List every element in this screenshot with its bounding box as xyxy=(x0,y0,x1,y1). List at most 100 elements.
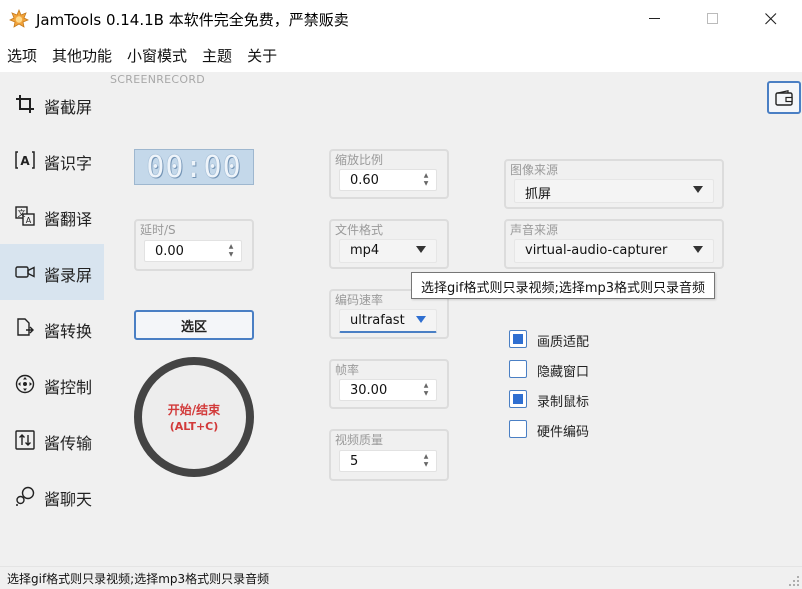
window-title: JamTools 0.14.1B 本软件完全免费，严禁贩卖 xyxy=(36,11,349,29)
checkbox-checked[interactable] xyxy=(509,330,527,348)
checkbox-label: 录制鼠标 xyxy=(537,395,590,410)
sidebar-item-transfer[interactable]: 酱传输 xyxy=(0,412,104,468)
translate-icon: 文A xyxy=(15,206,35,226)
chevron-down-icon xyxy=(693,246,703,253)
scale-group: 缩放比例 0.60 ▲ ▼ xyxy=(329,149,449,199)
sidebar-item-control[interactable]: 酱控制 xyxy=(0,356,104,412)
close-button[interactable] xyxy=(748,0,794,38)
format-group: 文件格式 mp4 xyxy=(329,219,449,269)
select-area-button[interactable]: 选区 xyxy=(134,310,254,340)
wallet-button[interactable] xyxy=(767,81,801,114)
spin-arrows-icon[interactable]: ▲ ▼ xyxy=(422,382,430,398)
sidebar-item-label: 酱聊天 xyxy=(44,490,93,509)
checkbox-label: 隐藏窗口 xyxy=(537,365,590,380)
spin-arrows-icon[interactable]: ▲ ▼ xyxy=(422,172,430,188)
section-label: SCREENRECORD xyxy=(110,73,206,86)
spin-arrows-icon[interactable]: ▲ ▼ xyxy=(422,453,430,469)
svg-text:A: A xyxy=(26,216,32,225)
resize-grip-icon[interactable] xyxy=(788,575,800,587)
audio-source-label: 声音来源 xyxy=(510,223,559,237)
start-stop-shortcut: (ALT+C) xyxy=(169,420,219,433)
fps-value: 30.00 xyxy=(350,383,388,398)
menu-other-functions[interactable]: 其他功能 xyxy=(52,45,112,66)
sidebar-item-screen-record[interactable]: 酱录屏 xyxy=(0,244,104,300)
spin-arrows-icon[interactable]: ▲ ▼ xyxy=(227,243,235,259)
fps-label: 帧率 xyxy=(335,363,360,377)
quality-spinbox[interactable]: 5 ▲ ▼ xyxy=(339,450,437,472)
sidebar-item-translate[interactable]: 文A 酱翻译 xyxy=(0,188,104,244)
menu-about[interactable]: 关于 xyxy=(247,45,277,66)
delay-label: 延时/S xyxy=(140,223,176,237)
sidebar-item-label: 酱截屏 xyxy=(44,98,93,117)
svg-text:A: A xyxy=(20,154,30,168)
format-label: 文件格式 xyxy=(335,223,384,237)
sidebar-item-label: 酱转换 xyxy=(44,322,93,341)
maximize-button[interactable] xyxy=(690,0,736,38)
menu-bar: 选项 其他功能 小窗模式 主题 关于 xyxy=(0,38,802,72)
image-source-value: 抓屏 xyxy=(525,187,552,202)
chevron-down-icon xyxy=(416,246,426,253)
audio-source-value: virtual-audio-capturer xyxy=(525,243,668,258)
chevron-down-icon xyxy=(693,186,703,193)
minimize-button[interactable] xyxy=(632,0,678,38)
app-logo-icon xyxy=(9,8,29,29)
status-bar: 选择gif格式则只录视频;选择mp3格式则只录音频 xyxy=(0,566,802,589)
wallet-icon xyxy=(775,89,793,106)
delay-spinbox[interactable]: 0.00 ▲ ▼ xyxy=(144,240,242,262)
image-source-select[interactable]: 抓屏 xyxy=(514,179,714,203)
scale-spinbox[interactable]: 0.60 ▲ ▼ xyxy=(339,169,437,191)
encode-speed-label: 编码速率 xyxy=(335,293,384,307)
audio-source-select[interactable]: virtual-audio-capturer xyxy=(514,239,714,263)
sidebar-item-label: 酱识字 xyxy=(44,154,93,173)
menu-options[interactable]: 选项 xyxy=(7,45,37,66)
svg-text:文: 文 xyxy=(18,208,26,218)
checkbox-label: 硬件编码 xyxy=(537,425,590,440)
encode-speed-value: ultrafast xyxy=(350,313,405,328)
image-source-group: 图像来源 抓屏 xyxy=(504,159,724,209)
sidebar-item-chat[interactable]: 酱聊天 xyxy=(0,468,104,524)
video-camera-icon xyxy=(15,262,35,282)
chat-icon xyxy=(15,486,35,506)
minimize-icon xyxy=(649,18,660,19)
fps-group: 帧率 30.00 ▲ ▼ xyxy=(329,359,449,409)
close-icon xyxy=(765,13,777,25)
start-stop-label: 开始/结束 xyxy=(167,403,221,417)
checkbox-label: 画质适配 xyxy=(537,335,590,350)
sidebar-item-label: 酱录屏 xyxy=(44,266,93,285)
file-convert-icon xyxy=(15,318,35,338)
menu-mini-mode[interactable]: 小窗模式 xyxy=(127,45,187,66)
remote-control-icon xyxy=(15,374,35,394)
sidebar-item-ocr[interactable]: A 酱识字 xyxy=(0,132,104,188)
quality-value: 5 xyxy=(350,454,359,469)
format-value: mp4 xyxy=(350,243,380,258)
checkbox-unchecked[interactable] xyxy=(509,360,527,378)
sidebar-item-screenshot[interactable]: 酱截屏 xyxy=(0,76,104,132)
chevron-down-icon xyxy=(416,316,426,323)
sidebar: 酱截屏 A 酱识字 文A 酱翻译 酱录屏 酱转换 酱控制 酱传输 酱聊天 xyxy=(0,72,104,566)
screen-record-panel: SCREENRECORD 00:00 延时/S 0.00 ▲ ▼ 选区 开始/结束… xyxy=(104,72,802,566)
text-recognition-icon: A xyxy=(15,150,35,170)
record-timer: 00:00 xyxy=(134,149,254,185)
delay-value: 0.00 xyxy=(155,244,184,259)
checkbox-unchecked[interactable] xyxy=(509,420,527,438)
format-tooltip: 选择gif格式则只录视频;选择mp3格式则只录音频 xyxy=(411,272,716,299)
sidebar-item-label: 酱翻译 xyxy=(44,210,93,229)
format-select[interactable]: mp4 xyxy=(339,239,437,263)
checkbox-checked[interactable] xyxy=(509,390,527,408)
crop-icon xyxy=(15,94,35,114)
fps-spinbox[interactable]: 30.00 ▲ ▼ xyxy=(339,379,437,401)
sidebar-item-convert[interactable]: 酱转换 xyxy=(0,300,104,356)
start-stop-button[interactable]: 开始/结束 (ALT+C) xyxy=(134,357,254,477)
delay-group: 延时/S 0.00 ▲ ▼ xyxy=(134,219,254,271)
menu-theme[interactable]: 主题 xyxy=(202,45,232,66)
quality-label: 视频质量 xyxy=(335,433,384,447)
maximize-icon xyxy=(707,13,718,24)
status-text: 选择gif格式则只录视频;选择mp3格式则只录音频 xyxy=(7,572,270,586)
quality-group: 视频质量 5 ▲ ▼ xyxy=(329,429,449,481)
scale-label: 缩放比例 xyxy=(335,153,384,167)
sidebar-item-label: 酱控制 xyxy=(44,378,93,397)
title-bar: JamTools 0.14.1B 本软件完全免费，严禁贩卖 xyxy=(0,0,802,38)
encode-speed-select[interactable]: ultrafast xyxy=(339,309,437,333)
scale-value: 0.60 xyxy=(350,173,379,188)
transfer-icon xyxy=(15,430,35,450)
